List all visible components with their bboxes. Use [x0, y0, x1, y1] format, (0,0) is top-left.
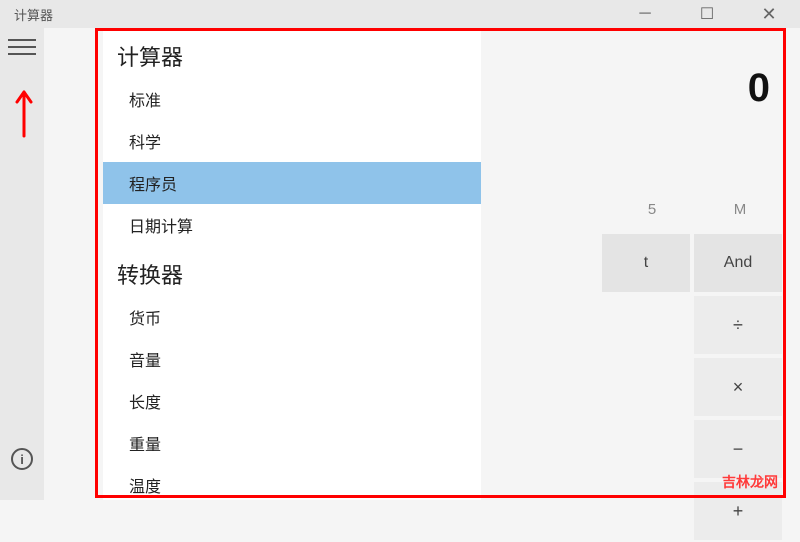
nav-item-date[interactable]: 日期计算 — [103, 204, 481, 246]
window-titlebar: 计算器 ─ ☐ ✕ — [0, 0, 800, 28]
sidebar-bottom: i — [11, 448, 33, 470]
op-and[interactable]: And — [694, 234, 782, 292]
hamburger-icon[interactable] — [8, 36, 36, 58]
calc-display: 0 — [440, 28, 790, 131]
nav-item-currency[interactable]: 货币 — [103, 296, 481, 338]
minimize-button[interactable]: ─ — [614, 0, 676, 28]
watermark: 吉林龙网 — [722, 472, 778, 492]
mem-btn-1[interactable]: 5 — [608, 187, 696, 232]
op-t[interactable]: t — [602, 234, 690, 292]
app-content: i 0 5 M t And ÷ × − + 计算器 — [0, 28, 800, 500]
mem-btn-2[interactable]: M — [696, 187, 784, 232]
annotation-arrow — [14, 90, 34, 138]
calculator-background: 0 5 M t And ÷ × − + — [440, 28, 790, 542]
nav-item-temperature[interactable]: 温度 — [103, 464, 481, 500]
close-button[interactable]: ✕ — [738, 0, 800, 28]
nav-item-standard[interactable]: 标准 — [103, 78, 481, 120]
nav-item-length[interactable]: 长度 — [103, 380, 481, 422]
nav-item-volume[interactable]: 音量 — [103, 338, 481, 380]
window-controls: ─ ☐ ✕ — [614, 0, 800, 28]
op-minus[interactable]: − — [694, 420, 782, 478]
maximize-button[interactable]: ☐ — [676, 0, 738, 28]
window-title: 计算器 — [14, 5, 614, 24]
navigation-panel: 计算器 标准 科学 程序员 日期计算 转换器 货币 音量 长度 重量 温度 关于 — [103, 28, 481, 500]
op-multiply[interactable]: × — [694, 358, 782, 416]
grid-row-1: t And — [440, 232, 790, 294]
main-panel: 0 5 M t And ÷ × − + 计算器 标准 科学 程序员 日期计算 转… — [44, 28, 800, 500]
nav-section-calculator: 计算器 — [103, 28, 481, 78]
nav-item-weight[interactable]: 重量 — [103, 422, 481, 464]
nav-item-programmer[interactable]: 程序员 — [103, 162, 481, 204]
memory-row: 5 M — [440, 187, 790, 232]
nav-item-scientific[interactable]: 科学 — [103, 120, 481, 162]
info-icon[interactable]: i — [11, 448, 33, 470]
nav-section-converter: 转换器 — [103, 246, 481, 296]
op-divide[interactable]: ÷ — [694, 296, 782, 354]
